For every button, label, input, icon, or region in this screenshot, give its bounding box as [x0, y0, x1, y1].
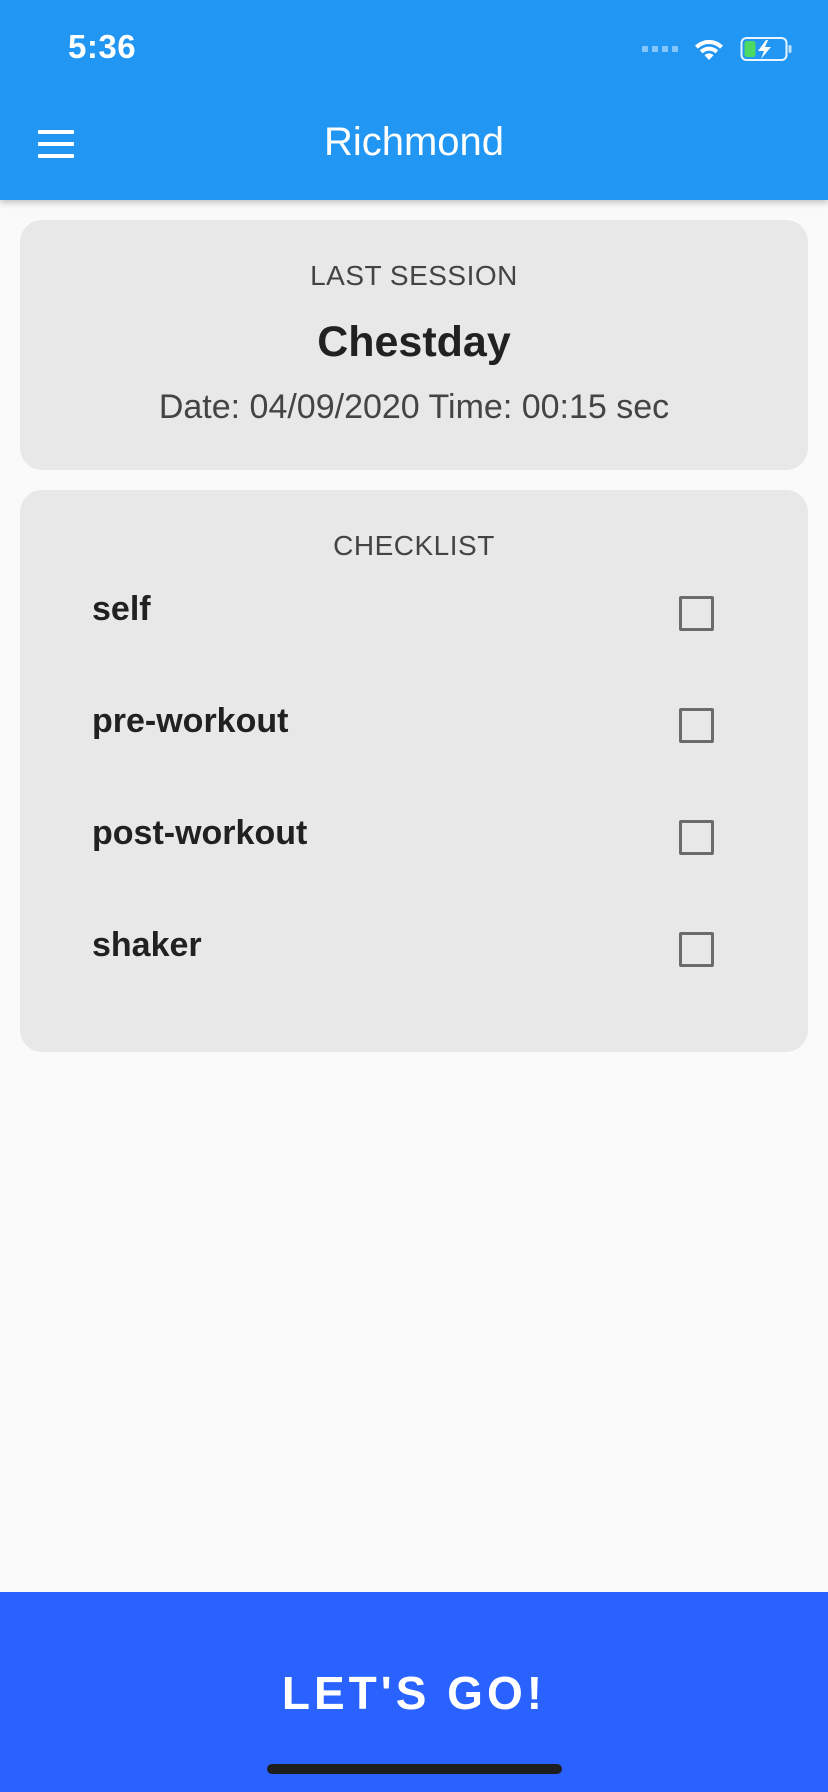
cellular-signal-icon — [642, 46, 678, 52]
wifi-icon — [695, 39, 723, 60]
post-workout-checkbox[interactable] — [679, 820, 714, 855]
checklist-card: CHECKLIST self pre-workout post-workout … — [20, 490, 808, 1052]
checklist-item-shaker[interactable]: shaker — [20, 918, 808, 978]
app-bar: 5:36 Richmond — [0, 0, 828, 200]
lets-go-button[interactable]: LET'S GO! — [0, 1592, 828, 1792]
checklist-label: CHECKLIST — [333, 530, 495, 561]
pre-workout-checkbox[interactable] — [679, 708, 714, 743]
checklist-item-label: self — [92, 590, 151, 628]
screen: 5:36 Richmond LAST SESSION Chestday Date… — [0, 0, 828, 1792]
status-time: 5:36 — [68, 28, 137, 65]
home-indicator[interactable] — [267, 1764, 562, 1774]
checklist-item-label: shaker — [92, 926, 202, 964]
shaker-checkbox[interactable] — [679, 932, 714, 967]
checklist-item-label: pre-workout — [92, 702, 289, 740]
checklist-item-label: post-workout — [92, 814, 308, 852]
status-icons — [642, 34, 794, 64]
page-title: Richmond — [323, 120, 505, 164]
last-session-label: LAST SESSION — [310, 260, 518, 291]
battery-charging-icon — [740, 37, 792, 61]
checklist-item-pre-workout[interactable]: pre-workout — [20, 694, 808, 754]
session-date-time: Date: 04/09/2020 Time: 00:15 sec — [158, 388, 670, 426]
last-session-card: LAST SESSION Chestday Date: 04/09/2020 T… — [20, 220, 808, 470]
lets-go-label: LET'S GO! — [281, 1667, 547, 1719]
self-checkbox[interactable] — [679, 596, 714, 631]
checklist-item-post-workout[interactable]: post-workout — [20, 806, 808, 866]
session-name: Chestday — [317, 318, 511, 366]
checklist-item-self[interactable]: self — [20, 582, 808, 642]
